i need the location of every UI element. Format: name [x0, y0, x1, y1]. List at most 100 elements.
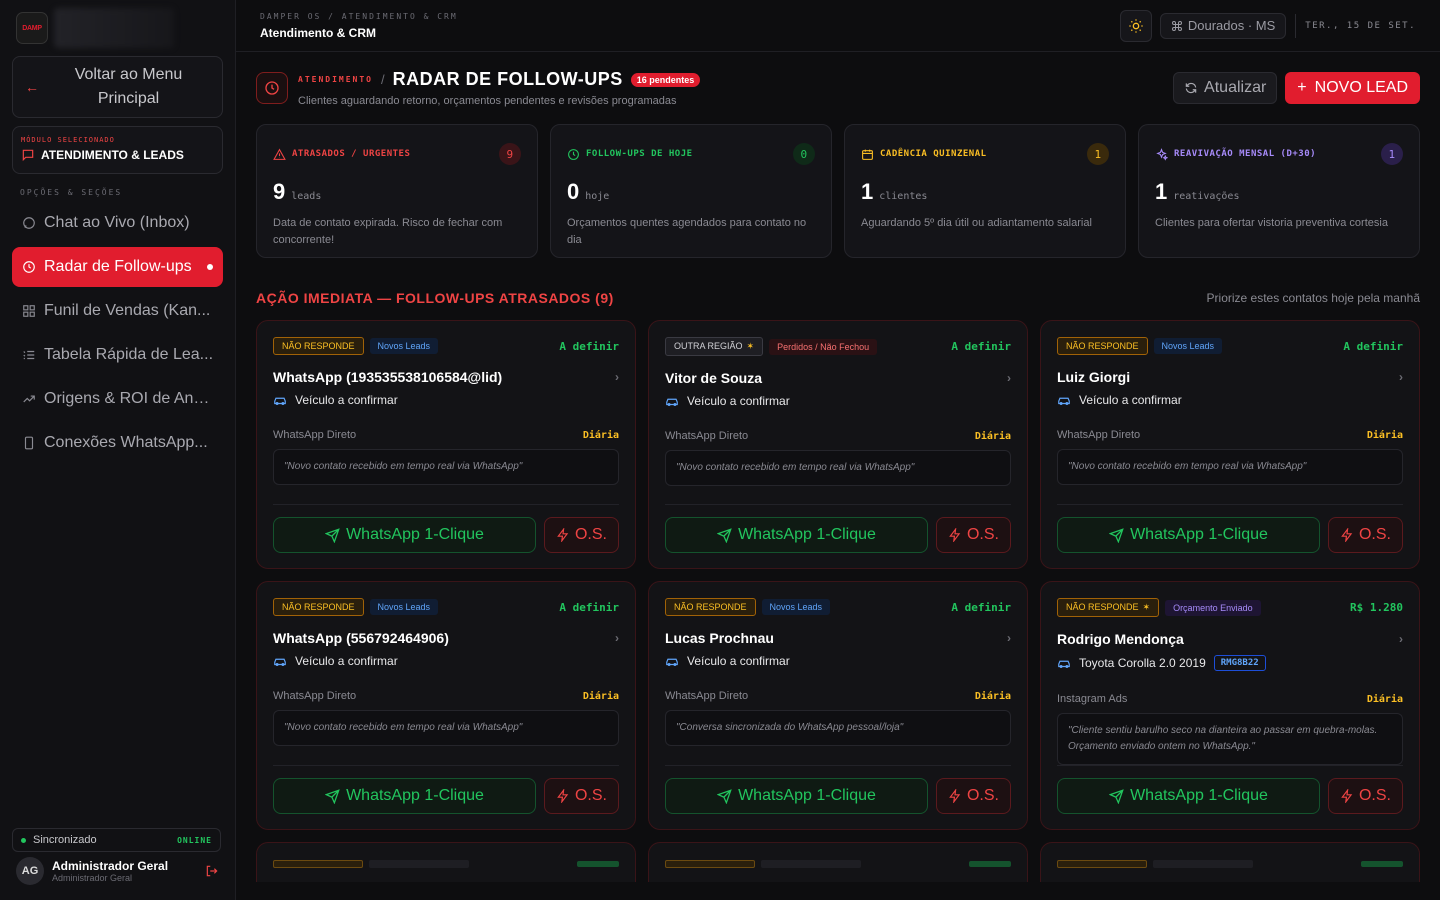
stat-unit: clientes	[879, 191, 928, 202]
followup-card[interactable]: OUTRA REGIÃO ✶ Perdidos / Não Fechou A de…	[648, 320, 1028, 569]
command-icon	[1171, 20, 1182, 31]
page-header: ATENDIMENTO / RADAR DE FOLLOW-UPS 16 pen…	[256, 52, 1420, 124]
bolt-icon	[557, 528, 569, 542]
refresh-button[interactable]: Atualizar	[1173, 72, 1278, 104]
sidebar-item-radar[interactable]: Radar de Follow-ups	[12, 247, 223, 287]
frequency: Diária	[1366, 693, 1403, 705]
sun-icon	[1129, 18, 1143, 33]
online-badge: ONLINE	[177, 835, 212, 845]
os-button[interactable]: O.S.	[936, 517, 1011, 553]
lead-name: Vitor de Souza	[665, 370, 762, 386]
active-dot	[207, 264, 213, 270]
whatsapp-button[interactable]: WhatsApp 1-Clique	[665, 517, 928, 553]
stat-card-hoje[interactable]: FOLLOW-UPS DE HOJE 0 0 hoje Orçamentos qu…	[550, 124, 832, 258]
status-tag	[1057, 860, 1147, 868]
lead-note: "Cliente sentiu barulho seco na dianteir…	[1057, 713, 1403, 765]
lead-source: WhatsApp Direto	[273, 690, 357, 702]
chevron-right-icon[interactable]: ›	[1007, 371, 1011, 385]
vehicle: Veículo a confirmar	[295, 393, 398, 407]
os-button[interactable]: O.S.	[544, 517, 619, 553]
followup-card-partial[interactable]	[256, 842, 636, 882]
os-button[interactable]: O.S.	[936, 778, 1011, 814]
stat-count-badge: 1	[1087, 143, 1109, 165]
followup-card[interactable]: NÃO RESPONDE ✶ Orçamento Enviado R$ 1.280…	[1040, 581, 1420, 830]
status-tag: NÃO RESPONDE ✶	[1057, 598, 1160, 617]
stat-count-badge: 1	[1381, 143, 1403, 165]
stat-number: 0	[567, 179, 580, 204]
app-logo[interactable]: DAMP	[16, 12, 48, 44]
alert-triangle-icon	[273, 148, 286, 160]
stage-tag: Novos Leads	[369, 338, 439, 354]
followup-card-partial[interactable]	[648, 842, 1028, 882]
followup-card[interactable]: NÃO RESPONDE Novos Leads A definir Lucas…	[648, 581, 1028, 830]
lead-note: "Conversa sincronizada do WhatsApp pesso…	[665, 710, 1011, 746]
phone-icon	[24, 436, 34, 450]
stage-tag	[761, 860, 861, 868]
arrow-left-icon: ←	[25, 79, 39, 95]
chevron-right-icon[interactable]: ›	[615, 631, 619, 645]
os-button[interactable]: O.S.	[1328, 517, 1403, 553]
sidebar-item-funil[interactable]: Funil de Vendas (Kan...	[12, 291, 223, 331]
stat-card-atrasados[interactable]: ATRASADOS / URGENTES 9 9 leads Data de co…	[256, 124, 538, 258]
whatsapp-button[interactable]: WhatsApp 1-Clique	[273, 778, 536, 814]
send-icon	[325, 527, 340, 543]
chevron-right-icon[interactable]: ›	[1399, 632, 1403, 646]
logout-icon[interactable]	[205, 864, 219, 878]
status-tag	[273, 860, 363, 868]
amount	[1361, 861, 1403, 867]
whatsapp-button[interactable]: WhatsApp 1-Clique	[273, 517, 536, 553]
vehicle: Veículo a confirmar	[295, 654, 398, 668]
avatar[interactable]: AG	[16, 857, 44, 885]
status-tag: NÃO RESPONDE	[665, 598, 756, 616]
os-button[interactable]: O.S.	[544, 778, 619, 814]
stat-card-mensal[interactable]: REAVIVAÇÃO MENSAL (D+30) 1 1 reativações …	[1138, 124, 1420, 258]
car-icon	[666, 658, 678, 666]
section-hint: Priorize estes contatos hoje pela manhã	[1206, 291, 1420, 305]
send-icon	[1109, 527, 1124, 543]
pending-badge: 16 pendentes	[630, 72, 701, 87]
chevron-right-icon[interactable]: ›	[1007, 631, 1011, 645]
followup-card-partial[interactable]	[1040, 842, 1420, 882]
user-name: Administrador Geral	[52, 859, 169, 873]
stat-card-quinzenal[interactable]: CADÊNCIA QUINZENAL 1 1 clientes Aguardand…	[844, 124, 1126, 258]
car-icon	[1058, 397, 1070, 405]
lead-name: Luiz Giorgi	[1057, 369, 1131, 385]
bolt-icon	[1341, 528, 1353, 542]
back-to-menu-button[interactable]: ← Voltar ao Menu Principal	[12, 56, 223, 118]
whatsapp-button[interactable]: WhatsApp 1-Clique	[665, 778, 928, 814]
whatsapp-button[interactable]: WhatsApp 1-Clique	[1057, 778, 1320, 814]
sidebar-item-origens[interactable]: Origens & ROI de Anú...	[12, 379, 223, 419]
status-tag: NÃO RESPONDE	[273, 337, 364, 355]
chevron-right-icon[interactable]: ›	[1399, 370, 1403, 384]
whatsapp-button[interactable]: WhatsApp 1-Clique	[1057, 517, 1320, 553]
lead-source: WhatsApp Direto	[665, 430, 749, 442]
sidebar: DAMP ← Voltar ao Menu Principal MÓDULO S…	[0, 0, 236, 900]
location-selector[interactable]: Dourados · MS	[1159, 12, 1287, 39]
sidebar-item-tabela[interactable]: Tabela Rápida de Lea...	[12, 335, 223, 375]
chevron-right-icon[interactable]: ›	[615, 370, 619, 384]
followup-card[interactable]: NÃO RESPONDE Novos Leads A definir Whats…	[256, 320, 636, 569]
send-icon	[717, 788, 732, 804]
stat-unit: hoje	[585, 191, 610, 202]
brand: DAMP	[0, 0, 235, 56]
sidebar-item-chat[interactable]: Chat ao Vivo (Inbox)	[12, 203, 223, 243]
section-header: AÇÃO IMEDIATA — FOLLOW-UPS ATRASADOS (9)…	[256, 288, 1420, 308]
car-icon	[666, 398, 678, 406]
amount: R$ 1.280	[1350, 601, 1403, 614]
new-lead-button[interactable]: + NOVO LEAD	[1285, 72, 1420, 104]
os-button[interactable]: O.S.	[1328, 778, 1403, 814]
location-label: Dourados · MS	[1187, 18, 1276, 33]
frequency: Diária	[974, 430, 1011, 442]
chat-icon	[22, 149, 34, 162]
frequency: Diária	[1366, 429, 1403, 441]
lead-note: "Novo contato recebido em tempo real via…	[273, 710, 619, 746]
send-icon	[325, 788, 340, 804]
brand-name-blurred	[54, 8, 174, 48]
stat-description: Data de contato expirada. Risco de fecha…	[273, 217, 503, 246]
vehicle: Toyota Corolla 2.0 2019	[1079, 656, 1206, 670]
followup-card[interactable]: NÃO RESPONDE Novos Leads A definir Luiz …	[1040, 320, 1420, 569]
followup-card[interactable]: NÃO RESPONDE Novos Leads A definir Whats…	[256, 581, 636, 830]
online-dot	[21, 837, 26, 843]
sidebar-item-conexoes[interactable]: Conexões WhatsApp...	[12, 423, 223, 463]
theme-toggle-button[interactable]	[1119, 9, 1152, 42]
